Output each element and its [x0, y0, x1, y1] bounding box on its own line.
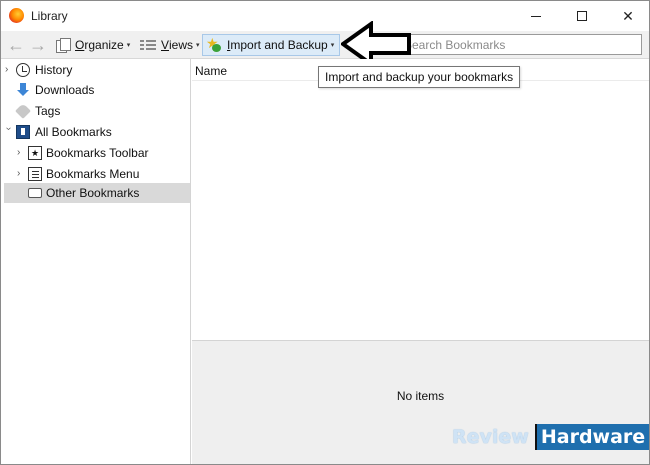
import-backup-button[interactable]: Import and Backup ▾ — [202, 34, 340, 56]
chevron-right-icon[interactable]: › — [17, 169, 25, 179]
maximize-icon — [577, 11, 587, 21]
sidebar-tree: › History Downloads Tags › All Bookmarks… — [1, 59, 191, 464]
toolbar: ← → Organize ▾ Views ▾ Import and Backup… — [1, 31, 649, 59]
firefox-icon — [9, 8, 24, 23]
sidebar-item-bookmarks-toolbar[interactable]: › ★ Bookmarks Toolbar — [1, 143, 190, 163]
sidebar-item-history[interactable]: › History — [1, 60, 190, 80]
sidebar-item-all-bookmarks[interactable]: › All Bookmarks — [1, 122, 190, 142]
window-title: Library — [31, 9, 68, 23]
views-icon — [140, 39, 156, 51]
empty-state-text: No items — [396, 389, 445, 403]
back-arrow-icon[interactable]: ← — [5, 34, 27, 56]
sidebar-item-label: Other Bookmarks — [46, 186, 140, 200]
sidebar-item-tags[interactable]: Tags — [1, 101, 190, 121]
all-bookmarks-icon — [16, 125, 30, 139]
bookmarks-list[interactable]: Name — [192, 59, 649, 340]
chevron-right-icon[interactable]: › — [5, 65, 13, 75]
organize-accel: O — [75, 38, 85, 52]
sidebar-item-label: Bookmarks Menu — [46, 167, 140, 181]
import-backup-icon — [206, 35, 222, 52]
watermark-hardware-text: Hardware — [534, 424, 649, 450]
title-bar[interactable]: Library ✕ — [1, 1, 649, 31]
views-label: iews — [169, 38, 194, 52]
bookmarks-menu-icon — [28, 167, 42, 181]
sidebar-item-label: Downloads — [35, 83, 95, 97]
views-accel: V — [161, 38, 170, 52]
chevron-down-icon[interactable]: › — [3, 127, 14, 135]
forward-arrow-icon[interactable]: → — [27, 34, 49, 56]
tags-icon — [15, 103, 31, 119]
import-label: mport and Backup — [230, 38, 328, 52]
search-input[interactable] — [404, 36, 636, 53]
sidebar-item-label: Tags — [35, 104, 61, 118]
library-window: Library ✕ ← → Organize ▾ Views ▾ Import … — [0, 0, 650, 465]
organize-button[interactable]: Organize ▾ — [53, 34, 133, 56]
minimize-button[interactable] — [513, 1, 559, 31]
review-hardware-watermark: Review Hardware — [452, 424, 649, 450]
sidebar-item-label: History — [35, 63, 73, 77]
column-name-header[interactable]: Name — [195, 64, 227, 78]
chevron-right-icon[interactable]: › — [17, 148, 25, 158]
close-icon: ✕ — [622, 7, 634, 24]
sidebar-item-bookmarks-menu[interactable]: › Bookmarks Menu — [1, 164, 190, 184]
history-icon — [16, 63, 30, 77]
sidebar-item-label: Bookmarks Toolbar — [46, 146, 149, 160]
sidebar-item-label: All Bookmarks — [35, 125, 112, 139]
organize-label: rganize — [84, 38, 124, 52]
search-box[interactable] — [379, 34, 642, 55]
views-button[interactable]: Views ▾ — [137, 34, 203, 56]
minimize-icon — [531, 15, 541, 17]
other-bookmarks-icon — [28, 188, 42, 198]
close-button[interactable]: ✕ — [605, 1, 649, 31]
chevron-down-icon: ▾ — [330, 42, 335, 49]
watermark-review-text: Review — [452, 426, 529, 448]
sidebar-item-other-bookmarks[interactable]: Other Bookmarks — [4, 183, 190, 203]
chevron-down-icon: ▾ — [196, 42, 200, 49]
sidebar-item-downloads[interactable]: Downloads — [1, 80, 190, 100]
bookmarks-toolbar-icon: ★ — [28, 146, 42, 160]
organize-icon — [56, 38, 71, 53]
import-backup-tooltip: Import and backup your bookmarks — [318, 66, 521, 88]
chevron-down-icon: ▾ — [126, 42, 131, 49]
downloads-icon — [16, 83, 30, 97]
maximize-button[interactable] — [559, 1, 605, 31]
